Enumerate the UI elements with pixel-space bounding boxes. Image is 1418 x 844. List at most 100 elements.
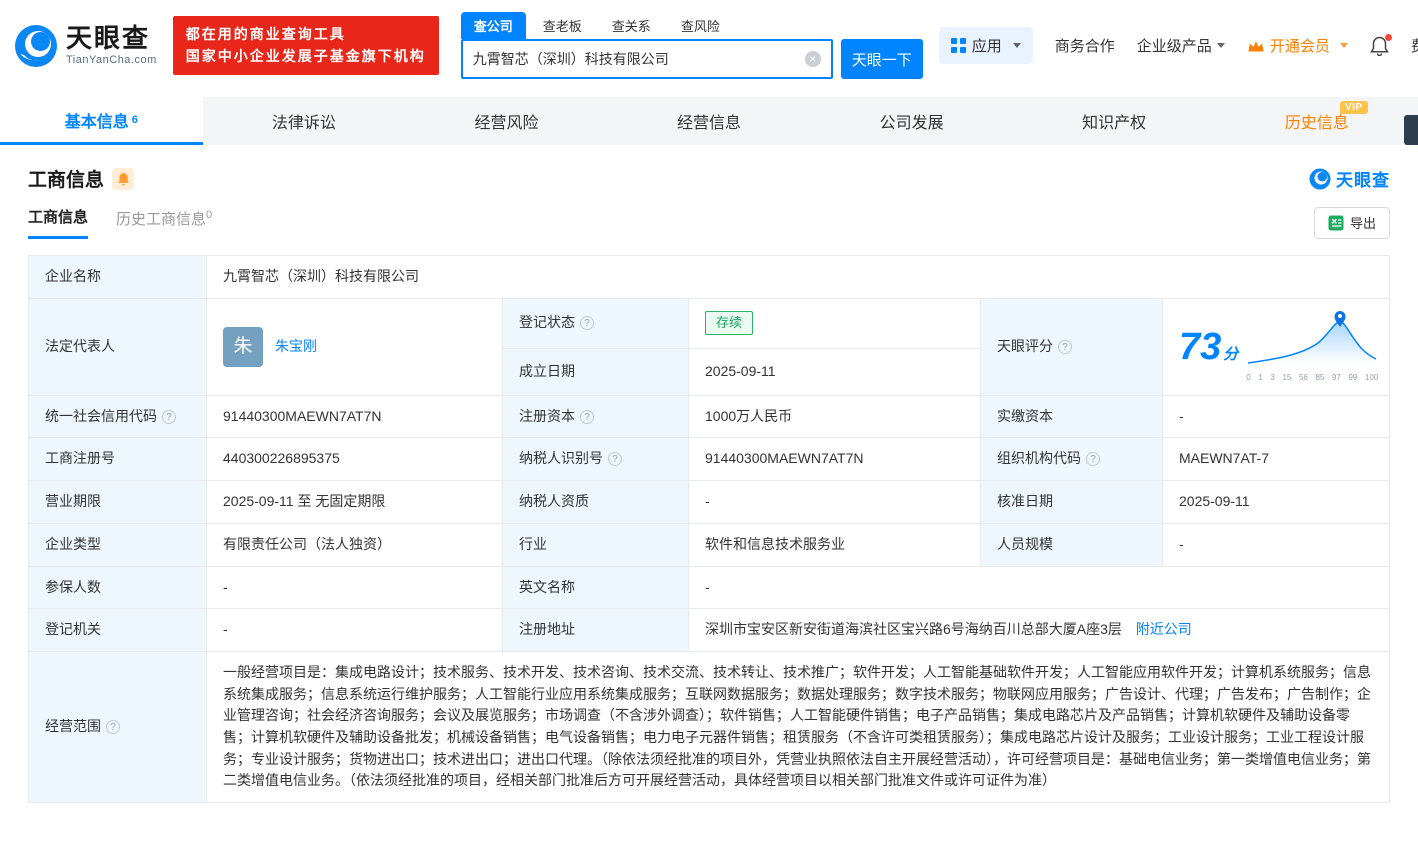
search-tab-relation[interactable]: 查关系 xyxy=(599,12,664,39)
taxpayer-id-label: 纳税人识别号 xyxy=(519,450,603,467)
business-scope-value: 一般经营项目是：集成电路设计；技术服务、技术开发、技术咨询、技术交流、技术转让、… xyxy=(206,650,1390,804)
address-value: 深圳市宝安区新安街道海滨社区宝兴路6号海纳百川总部大厦A座3层 xyxy=(705,621,1122,638)
reg-authority-label: 登记机关 xyxy=(28,608,207,652)
export-button[interactable]: 导出 xyxy=(1313,206,1390,239)
tab-basic-info-label: 基本信息 xyxy=(64,113,129,131)
score-curve-chart xyxy=(1248,310,1377,364)
score-value: 73 xyxy=(1179,325,1222,368)
score-chart: 0 1 3 15 56 85 97 99 100 xyxy=(1246,309,1378,385)
legal-rep-link[interactable]: 朱宝刚 xyxy=(275,336,317,358)
tab-legal-proceedings[interactable]: 法律诉讼 xyxy=(203,97,406,145)
legal-rep-cell: 朱 朱宝刚 xyxy=(206,297,503,396)
subscribe-bell-icon[interactable] xyxy=(112,167,135,190)
insured-count-label: 参保人数 xyxy=(28,565,207,610)
reg-status-label-cell: 登记状态 xyxy=(502,297,689,349)
notification-bell[interactable] xyxy=(1369,33,1392,56)
org-code-label: 组织机构代码 xyxy=(997,450,1081,467)
search-input[interactable] xyxy=(472,51,805,67)
menu-open-vip[interactable]: 开通会员 xyxy=(1247,35,1348,56)
apps-menu[interactable]: 应用 xyxy=(938,27,1033,64)
credit-code-value: 91440300MAEWN7AT7N xyxy=(206,394,503,439)
tab-history-info[interactable]: 历史信息 VIP xyxy=(1215,97,1418,145)
legal-rep-label: 法定代表人 xyxy=(28,297,207,396)
insured-count-value: - xyxy=(206,565,503,610)
established-value: 2025-09-11 xyxy=(688,347,981,396)
tab-operating-risk[interactable]: 经营风险 xyxy=(405,97,608,145)
tab-basic-info[interactable]: 基本信息 6 xyxy=(0,97,203,145)
search-button[interactable]: 天眼一下 xyxy=(840,39,923,79)
tianyancha-logo-icon xyxy=(1309,168,1331,189)
section-header: 工商信息 天眼查 xyxy=(28,165,1390,192)
search-tabs: 查公司 查老板 查关系 查风险 xyxy=(460,12,923,39)
watermark-logo-text: 天眼查 xyxy=(1336,171,1390,190)
table-row: 法定代表人 朱 朱宝刚 登记状态 存续 天眼评分 xyxy=(28,297,1390,396)
industry-value: 软件和信息技术服务业 xyxy=(688,522,981,567)
credit-code-label: 统一社会信用代码 xyxy=(45,407,157,424)
reg-authority-value: - xyxy=(206,608,503,652)
reg-number-label: 工商注册号 xyxy=(28,437,207,482)
score-axis-ticks: 0 1 3 15 56 85 97 99 100 xyxy=(1246,373,1379,383)
nearby-companies-link[interactable]: 附近公司 xyxy=(1136,621,1192,637)
header-right-menu: 应用 商务合作 企业级产品 开通会员 xyxy=(938,27,1418,64)
subtab-business-info[interactable]: 工商信息 xyxy=(28,206,89,239)
help-icon[interactable] xyxy=(1086,452,1100,467)
legal-rep-avatar[interactable]: 朱 xyxy=(223,326,263,367)
tianyancha-logo[interactable]: 天眼查 TianYanCha.com xyxy=(14,24,157,68)
help-icon[interactable] xyxy=(580,409,594,424)
menu-enterprise-products-label: 企业级产品 xyxy=(1136,38,1212,55)
help-icon[interactable] xyxy=(608,452,622,467)
subtab-history-count: 0 xyxy=(206,208,213,221)
tab-intellectual-property[interactable]: 知识产权 xyxy=(1013,97,1216,145)
menu-business-coop[interactable]: 商务合作 xyxy=(1055,35,1115,56)
brand-domain: TianYanCha.com xyxy=(66,54,157,66)
help-icon[interactable] xyxy=(1058,339,1072,354)
org-code-label-cell: 组织机构代码 xyxy=(980,437,1163,482)
org-code-value: MAEWN7AT-7 xyxy=(1162,437,1390,482)
chevron-down-icon xyxy=(1012,43,1021,48)
score-label: 天眼评分 xyxy=(997,337,1053,354)
tab-company-development[interactable]: 公司发展 xyxy=(810,97,1013,145)
apps-menu-label: 应用 xyxy=(971,38,1002,55)
chevron-down-icon xyxy=(1339,43,1348,48)
user-menu[interactable]: 费米 xyxy=(1411,35,1418,56)
tab-operating-info[interactable]: 经营信息 xyxy=(608,97,811,145)
reg-capital-value: 1000万人民币 xyxy=(688,394,981,439)
subtabs-row: 工商信息 历史工商信息0 导出 xyxy=(28,206,1390,239)
score-value-group: 73 分 xyxy=(1179,328,1238,366)
table-row: 企业名称 九霄智芯（深圳）科技有限公司 xyxy=(28,255,1390,299)
help-icon[interactable] xyxy=(162,409,176,424)
crown-icon xyxy=(1248,40,1264,51)
table-row: 登记机关 - 注册地址 深圳市宝安区新安街道海滨社区宝兴路6号海纳百川总部大厦A… xyxy=(28,608,1390,652)
tab-operating-risk-label: 经营风险 xyxy=(474,115,539,132)
company-type-value: 有限责任公司（法人独资） xyxy=(206,522,503,567)
search-tab-company[interactable]: 查公司 xyxy=(460,12,526,39)
tab-company-development-label: 公司发展 xyxy=(879,115,944,132)
clear-search-icon[interactable]: × xyxy=(804,51,821,67)
status-badge: 存续 xyxy=(705,311,754,336)
chevron-down-icon xyxy=(1216,43,1225,48)
search-area: 查公司 查老板 查关系 查风险 × 天眼一下 xyxy=(460,12,923,79)
company-type-label: 企业类型 xyxy=(28,522,207,567)
table-row: 企业类型 有限责任公司（法人独资） 行业 软件和信息技术服务业 人员规模 - xyxy=(28,522,1390,567)
floating-side-widget[interactable] xyxy=(1404,115,1418,145)
english-name-label: 英文名称 xyxy=(502,565,689,610)
grid-icon xyxy=(950,38,966,53)
help-icon[interactable] xyxy=(106,720,120,735)
user-name: 费米 xyxy=(1411,35,1418,56)
reg-capital-label-cell: 注册资本 xyxy=(502,394,689,439)
subtab-history-business-info[interactable]: 历史工商信息0 xyxy=(116,208,212,238)
reg-capital-label: 注册资本 xyxy=(519,407,575,424)
help-icon[interactable] xyxy=(580,316,594,331)
promo-line-1: 都在用的商业查询工具 xyxy=(185,25,346,42)
business-term-label: 营业期限 xyxy=(28,480,207,524)
search-tab-boss[interactable]: 查老板 xyxy=(530,12,595,39)
search-tab-risk[interactable]: 查风险 xyxy=(668,12,733,39)
menu-enterprise-products[interactable]: 企业级产品 xyxy=(1137,35,1225,56)
section-title: 工商信息 xyxy=(28,170,105,191)
business-term-value: 2025-09-11 至 无固定期限 xyxy=(206,480,503,524)
top-header: 天眼查 TianYanCha.com 都在用的商业查询工具 国家中小企业发展子基… xyxy=(0,0,1418,87)
tab-basic-info-count: 6 xyxy=(131,113,138,126)
search-box: × xyxy=(460,39,833,79)
business-scope-label: 经营范围 xyxy=(45,718,101,735)
table-row: 营业期限 2025-09-11 至 无固定期限 纳税人资质 - 核准日期 202… xyxy=(28,480,1390,524)
